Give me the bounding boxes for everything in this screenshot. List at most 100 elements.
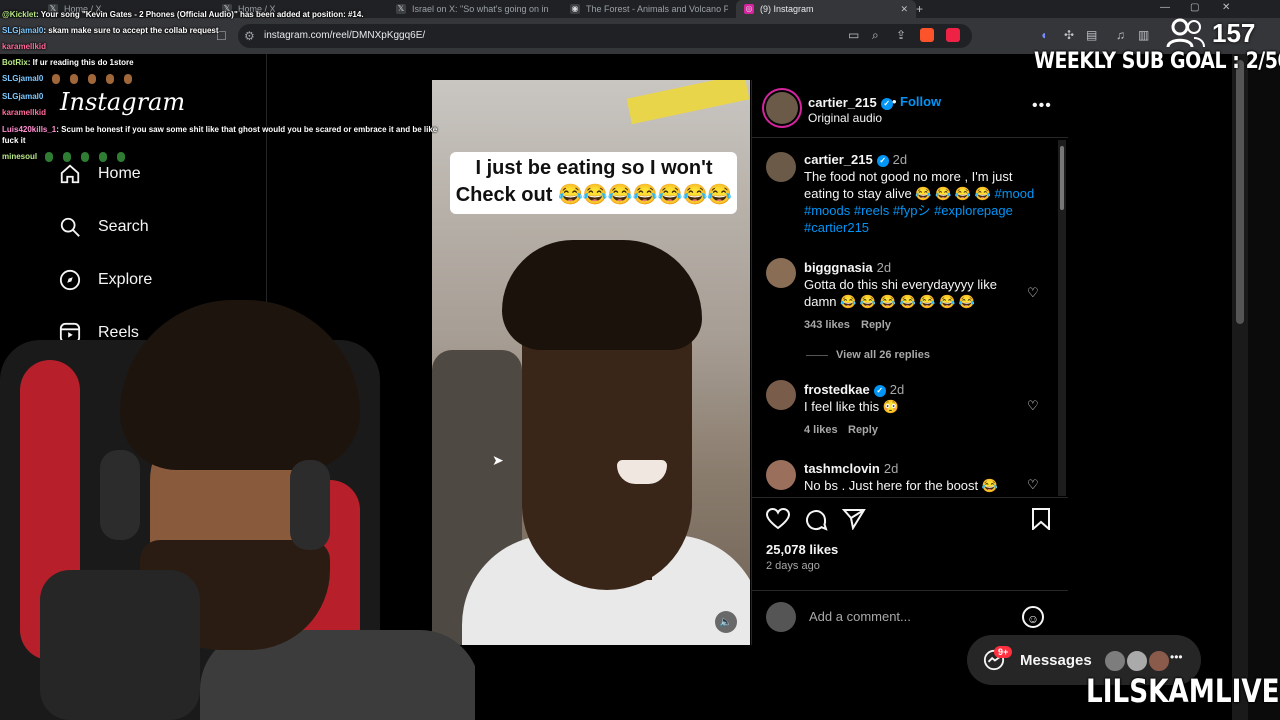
nav-search-label: Search [98,218,149,235]
messages-more-icon: ••• [1170,650,1183,664]
instagram-icon: ◎ [744,4,754,14]
reel-person-mouth [617,460,667,484]
nav-home-label: Home [98,165,141,182]
chat-message: SLGjamal0 [2,74,132,84]
cast-icon[interactable]: ▭ [848,28,859,42]
chat-message: karamellkid [2,108,47,117]
chat-emotes [51,74,132,84]
streamer-hair [120,300,360,470]
comment-likes[interactable]: 4 likes [804,424,838,436]
share-icon[interactable]: ⇪ [896,28,906,42]
brave-shield-icon[interactable] [920,28,934,42]
minimize-icon[interactable]: — [1160,2,1170,13]
caption-username[interactable]: cartier_215 ✓ 2d [804,152,907,167]
share-send-icon[interactable] [841,508,866,536]
sidebar-icon[interactable]: ▥ [1138,28,1149,42]
headset [290,460,330,550]
emoji-picker-icon[interactable]: ☺ [1022,606,1044,628]
comment-avatar[interactable] [766,380,796,410]
comment-reply-button[interactable]: Reply [861,319,891,331]
close-tab-icon[interactable]: ✕ [900,4,908,15]
search-icon [58,215,82,239]
comment-like-heart-icon[interactable]: ♡ [1027,285,1039,301]
browser-tab-active[interactable]: ◎ (9) Instagram ✕ [736,0,916,18]
viewer-avatar [766,602,796,632]
post-header [751,80,1068,138]
messages-badge: 9+ [994,646,1013,658]
compass-icon [58,268,82,292]
chat-message: @Kicklet: Your song "Kevin Gates - 2 Pho… [2,10,364,19]
brave-rewards-icon[interactable] [946,28,960,42]
replies-rule [806,354,828,356]
media-icon[interactable]: ♫ [1116,28,1125,42]
close-window-icon[interactable]: ✕ [1222,2,1230,13]
comment-reply-button[interactable]: Reply [848,424,878,436]
sub-goal-label: WEEKLY SUB GOAL : 2/50 [1034,49,1280,74]
browser-tab[interactable]: 𝕏 Israel on X: "So what's going on in [396,0,556,18]
window-sticker [626,80,750,125]
save-bookmark-icon[interactable] [1031,508,1051,536]
new-tab-button[interactable]: + [916,2,923,16]
maximize-icon[interactable]: ▢ [1190,2,1199,13]
like-heart-icon[interactable] [765,507,791,536]
comment-username[interactable]: frostedkae ✓ 2d [804,382,904,397]
mute-button[interactable]: 🔈 [715,611,737,633]
chat-message: minesoul [2,152,126,162]
messages-label: Messages [1020,652,1092,669]
verified-badge-icon: ✓ [873,384,886,397]
nav-home[interactable]: Home [58,159,141,189]
more-options-icon[interactable]: ••• [1032,97,1052,115]
chat-message: fuck it [2,136,26,145]
vpn-icon[interactable]: ◖ [1040,28,1047,42]
messages-avatar [1148,650,1170,672]
subscriber-count: 157 [1212,18,1256,48]
url-text[interactable]: instagram.com/reel/DMNXpKggq6E/ [264,30,425,41]
comment-username[interactable]: tashmclovin 2d [804,461,898,476]
site-settings-icon[interactable]: ⚙ [244,29,255,43]
chat-message: SLGjamal0: skam make sure to accept the … [2,26,219,35]
caption-text: The food not good no more , I'm just eat… [804,169,1035,235]
comment-avatar[interactable] [766,258,796,288]
verified-badge-icon: ✓ [876,154,889,167]
extensions-icon[interactable]: ✣ [1064,28,1074,42]
verified-badge-icon: ✓ [880,97,893,110]
microphone [40,570,200,720]
comment-text: Gotta do this shi everydayyyy like damn … [804,277,997,309]
comment-like-heart-icon[interactable]: ♡ [1027,477,1039,493]
comment-likes[interactable]: 343 likes [804,319,850,331]
comment-avatar[interactable] [766,460,796,490]
chat-message: SLGjamal0 [2,92,44,101]
home-icon [58,162,82,186]
nav-explore-label: Explore [98,271,153,288]
comment-text: I feel like this 😳 [804,399,899,414]
caption-avatar[interactable] [766,152,796,182]
author-avatar[interactable] [766,92,798,124]
chat-message: Luis420kills_1: Scum be honest if you sa… [2,125,438,134]
comment-like-heart-icon[interactable]: ♡ [1027,398,1039,414]
reel-person-hair [502,240,702,350]
mouse-cursor-icon: ➤ [492,452,504,468]
chat-message: karamellkid [2,42,47,51]
nav-search[interactable]: Search [58,212,149,242]
nav-explore[interactable]: Explore [58,265,152,295]
page-scrollbar-thumb[interactable] [1236,60,1244,324]
audio-label[interactable]: Original audio [808,111,882,125]
browser-tab[interactable]: ◉ The Forest - Animals and Volcano Pr [570,0,728,18]
follow-button[interactable]: Follow [900,94,941,109]
instagram-logo[interactable]: Instagram [60,88,185,116]
downloads-icon[interactable]: ▤ [1086,28,1097,42]
messages-avatar [1104,650,1126,672]
chat-emotes [45,152,126,162]
comment-icon[interactable] [804,508,828,538]
author-username[interactable]: cartier_215 ✓ [808,95,893,110]
speaker-icon: 🔈 [719,616,733,628]
view-replies-button[interactable]: View all 26 replies [806,349,930,361]
reel-caption-text: I just be eating so I won't Check out 😂😂… [455,157,733,206]
zoom-icon[interactable]: ⌕ [872,28,879,43]
add-comment-input[interactable]: Add a comment... [809,609,911,624]
post-like-count[interactable]: 25,078 likes [766,542,838,557]
chat-message: BotRix: If ur reading this do 1store [2,58,134,67]
comments-scrollbar-thumb[interactable] [1060,146,1064,210]
comment-username[interactable]: bigggnasia 2d [804,260,891,275]
globe-icon: ◉ [570,4,580,14]
